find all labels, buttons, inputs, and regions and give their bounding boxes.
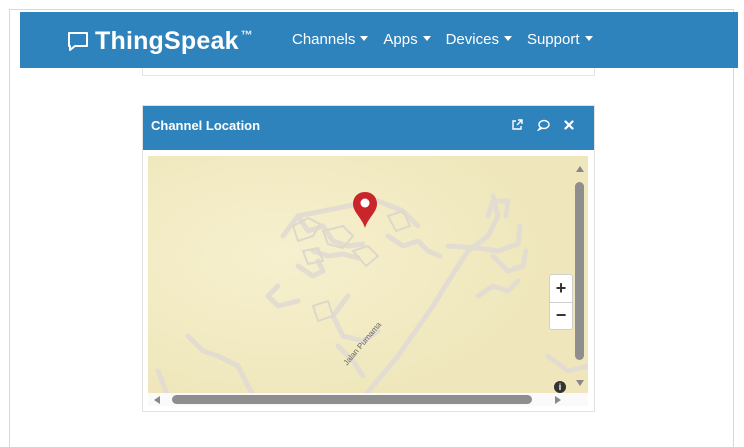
chat-bubble-icon xyxy=(68,32,88,51)
scroll-left-arrow-icon[interactable] xyxy=(154,396,160,404)
nav-channels[interactable]: Channels xyxy=(292,31,369,48)
vertical-scrollbar[interactable] xyxy=(574,162,586,392)
nav-support[interactable]: Support xyxy=(527,31,593,48)
scroll-up-arrow-icon[interactable] xyxy=(576,166,584,172)
zoom-out-button[interactable]: − xyxy=(550,302,572,329)
nav-channels-label: Channels xyxy=(292,31,356,48)
zoom-in-button[interactable]: + xyxy=(550,275,572,303)
widget-title: Channel Location xyxy=(151,118,261,133)
brand-logo[interactable]: ThingSpeak ™ xyxy=(67,26,253,56)
horizontal-scrollbar[interactable] xyxy=(148,393,588,406)
previous-widget-edge xyxy=(142,68,595,76)
nav-support-label: Support xyxy=(526,31,580,48)
horizontal-scroll-thumb[interactable] xyxy=(172,395,532,404)
caret-down-icon xyxy=(584,36,593,41)
info-icon[interactable]: i xyxy=(554,381,566,393)
zoom-control: + − xyxy=(549,274,573,330)
nav-apps-label: Apps xyxy=(383,31,418,48)
external-link-icon[interactable] xyxy=(510,118,524,132)
vertical-scroll-thumb[interactable] xyxy=(575,182,584,360)
channel-location-widget: Channel Location Jalan Purnama + − i xyxy=(142,105,595,412)
brand-name: ThingSpeak xyxy=(95,26,239,55)
nav-devices-label: Devices xyxy=(445,31,499,48)
nav-apps[interactable]: Apps xyxy=(383,31,431,48)
caret-down-icon xyxy=(360,36,369,41)
scroll-down-arrow-icon[interactable] xyxy=(576,380,584,386)
map-roads: Jalan Purnama xyxy=(148,156,588,404)
brand-trademark: ™ xyxy=(240,28,253,42)
close-icon[interactable] xyxy=(562,118,576,132)
location-map[interactable]: Jalan Purnama + − i xyxy=(148,156,588,404)
comment-icon[interactable] xyxy=(536,118,550,132)
scroll-right-arrow-icon[interactable] xyxy=(555,396,561,404)
top-navbar: ThingSpeak ™ Channels Apps Devices Suppo… xyxy=(20,12,738,68)
nav-devices[interactable]: Devices xyxy=(446,31,512,48)
widget-tools xyxy=(510,118,576,132)
nav-menu: Channels Apps Devices Support xyxy=(292,31,593,48)
widget-header: Channel Location xyxy=(143,106,594,150)
caret-down-icon xyxy=(503,36,512,41)
caret-down-icon xyxy=(422,36,431,41)
